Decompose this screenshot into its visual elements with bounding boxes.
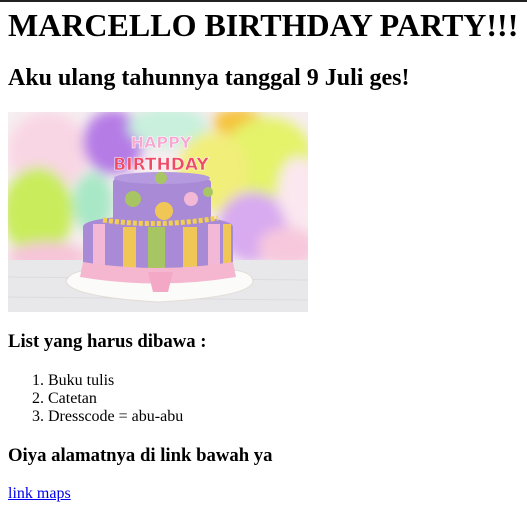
maps-link[interactable]: link maps <box>8 485 71 502</box>
list-item: Buku tulis <box>48 372 519 390</box>
address-heading: Oiya alamatnya di link bawah ya <box>8 444 273 466</box>
page-subtitle: Aku ulang tahunnya tanggal 9 Juli ges! <box>8 65 410 92</box>
svg-text:HAPPY: HAPPY <box>131 133 192 152</box>
list-item: Catetan <box>48 390 519 408</box>
svg-text:BIRTHDAY: BIRTHDAY <box>113 155 209 175</box>
birthday-cake-image: HAPPY BIRTHDAY <box>3 107 318 313</box>
image-container: HAPPY BIRTHDAY <box>3 107 519 313</box>
items-list: Buku tulis Catetan Dresscode = abu-abu <box>8 372 519 426</box>
page-title: MARCELLO BIRTHDAY PARTY!!! <box>8 7 519 43</box>
list-item: Dresscode = abu-abu <box>48 408 519 426</box>
list-heading: List yang harus dibawa : <box>8 331 207 353</box>
